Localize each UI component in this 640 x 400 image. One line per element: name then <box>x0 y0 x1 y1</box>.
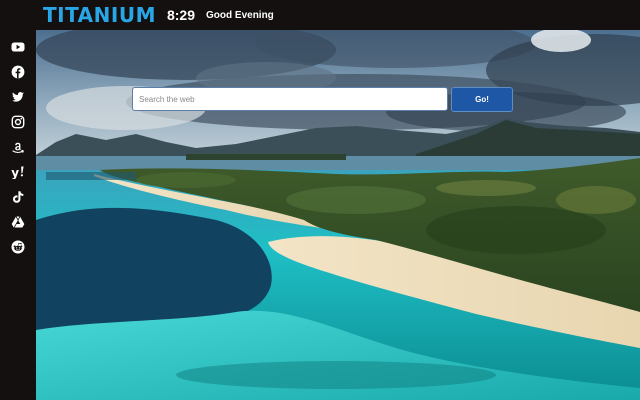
greeting: Good Evening <box>206 9 274 21</box>
facebook-icon[interactable] <box>11 65 25 79</box>
shortcut-sidebar: y <box>0 30 36 400</box>
svg-text:y: y <box>11 166 19 179</box>
twitter-icon[interactable] <box>11 90 25 104</box>
clock: 8:29 <box>166 7 196 23</box>
google-drive-icon[interactable] <box>11 215 25 229</box>
background-photo <box>36 30 640 400</box>
instagram-icon[interactable] <box>11 115 25 129</box>
brand-logo: TITANIUM <box>43 3 156 27</box>
tiktok-icon[interactable] <box>11 190 25 204</box>
youtube-icon[interactable] <box>11 40 25 54</box>
go-button[interactable]: Go! <box>451 87 513 112</box>
yahoo-icon[interactable]: y <box>11 165 25 179</box>
amazon-icon[interactable] <box>11 140 25 154</box>
top-bar: TITANIUM 8:29 Good Evening <box>0 0 640 30</box>
search-input[interactable] <box>132 87 448 111</box>
reddit-icon[interactable] <box>11 240 25 254</box>
